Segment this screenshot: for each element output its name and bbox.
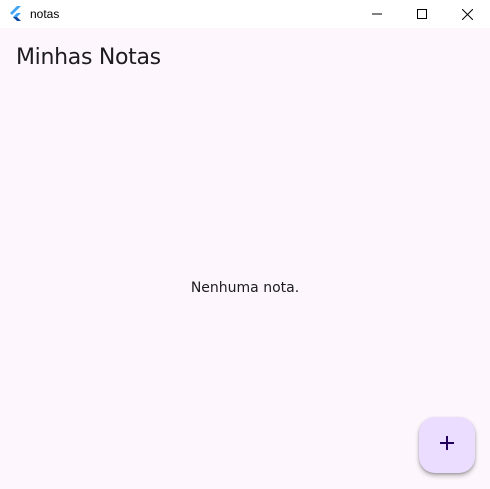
flutter-logo-icon: [9, 6, 23, 22]
minimize-button[interactable]: [354, 0, 400, 28]
main-content: Minhas Notas Nenhuma nota.: [0, 28, 490, 489]
close-icon: [461, 8, 473, 20]
maximize-icon: [417, 9, 427, 19]
add-note-button[interactable]: [419, 417, 475, 473]
minimize-icon: [372, 9, 382, 19]
window-title: notas: [30, 7, 60, 21]
maximize-button[interactable]: [399, 0, 445, 28]
page-title: Minhas Notas: [16, 45, 161, 70]
close-button[interactable]: [444, 0, 490, 28]
plus-icon: [439, 435, 455, 456]
empty-state-message: Nenhuma nota.: [190, 280, 300, 296]
window-titlebar[interactable]: notas: [0, 0, 490, 28]
